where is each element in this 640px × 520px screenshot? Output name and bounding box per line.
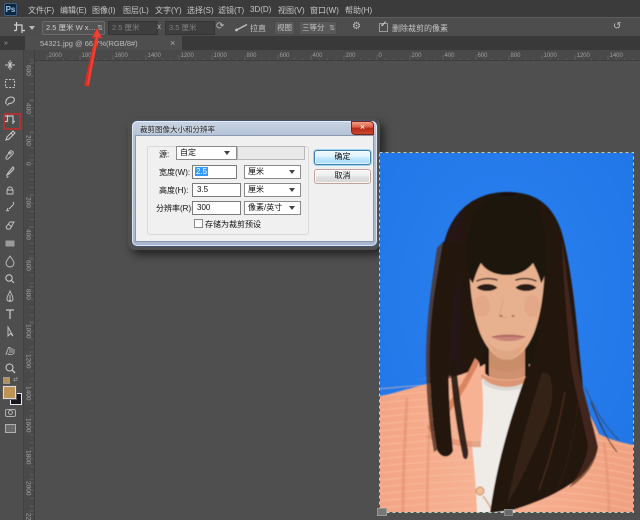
svg-text:1800: 1800 [25, 450, 32, 465]
svg-text:1200: 1200 [25, 354, 32, 369]
svg-text:800: 800 [511, 53, 522, 59]
svg-text:1400: 1400 [148, 53, 162, 59]
svg-text:1600: 1600 [25, 418, 32, 433]
svg-text:1200: 1200 [577, 53, 591, 59]
svg-text:1600: 1600 [115, 53, 129, 59]
svg-text:1200: 1200 [181, 53, 195, 59]
svg-text:1400: 1400 [25, 386, 32, 401]
svg-text:1000: 1000 [214, 53, 228, 59]
svg-text:2000: 2000 [49, 53, 63, 59]
svg-text:600: 600 [25, 260, 32, 271]
svg-text:200: 200 [412, 53, 423, 59]
svg-text:0: 0 [379, 53, 383, 59]
svg-text:400: 400 [313, 53, 324, 59]
svg-text:2200: 2200 [25, 513, 32, 520]
svg-text:600: 600 [25, 65, 32, 76]
svg-text:400: 400 [25, 229, 32, 240]
svg-text:1400: 1400 [610, 53, 624, 59]
svg-text:400: 400 [445, 53, 456, 59]
svg-text:1000: 1000 [544, 53, 558, 59]
svg-text:400: 400 [25, 103, 32, 114]
svg-text:800: 800 [25, 289, 32, 300]
svg-text:600: 600 [280, 53, 291, 59]
svg-text:200: 200 [346, 53, 357, 59]
svg-text:200: 200 [25, 135, 32, 146]
svg-text:800: 800 [247, 53, 258, 59]
svg-text:2000: 2000 [25, 481, 32, 496]
svg-text:600: 600 [478, 53, 489, 59]
svg-text:200: 200 [25, 197, 32, 208]
